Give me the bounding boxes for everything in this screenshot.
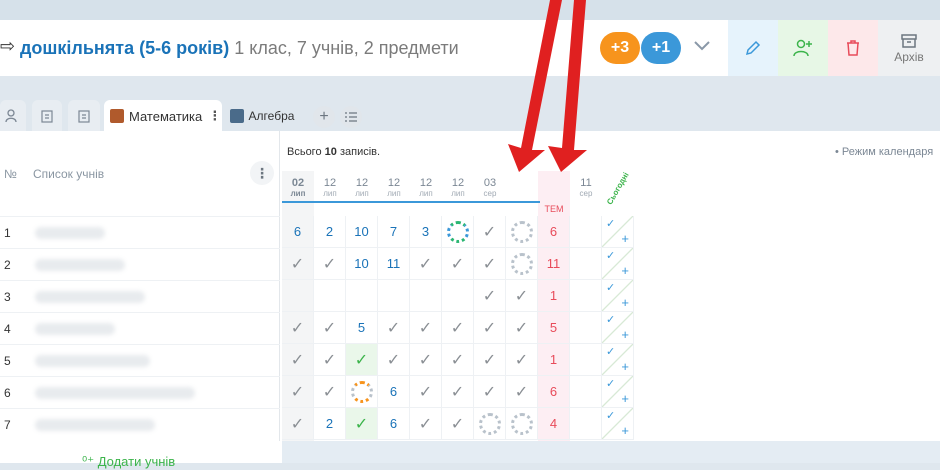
annotation-arrows	[508, 0, 587, 172]
red-arrow-1	[508, 0, 562, 172]
